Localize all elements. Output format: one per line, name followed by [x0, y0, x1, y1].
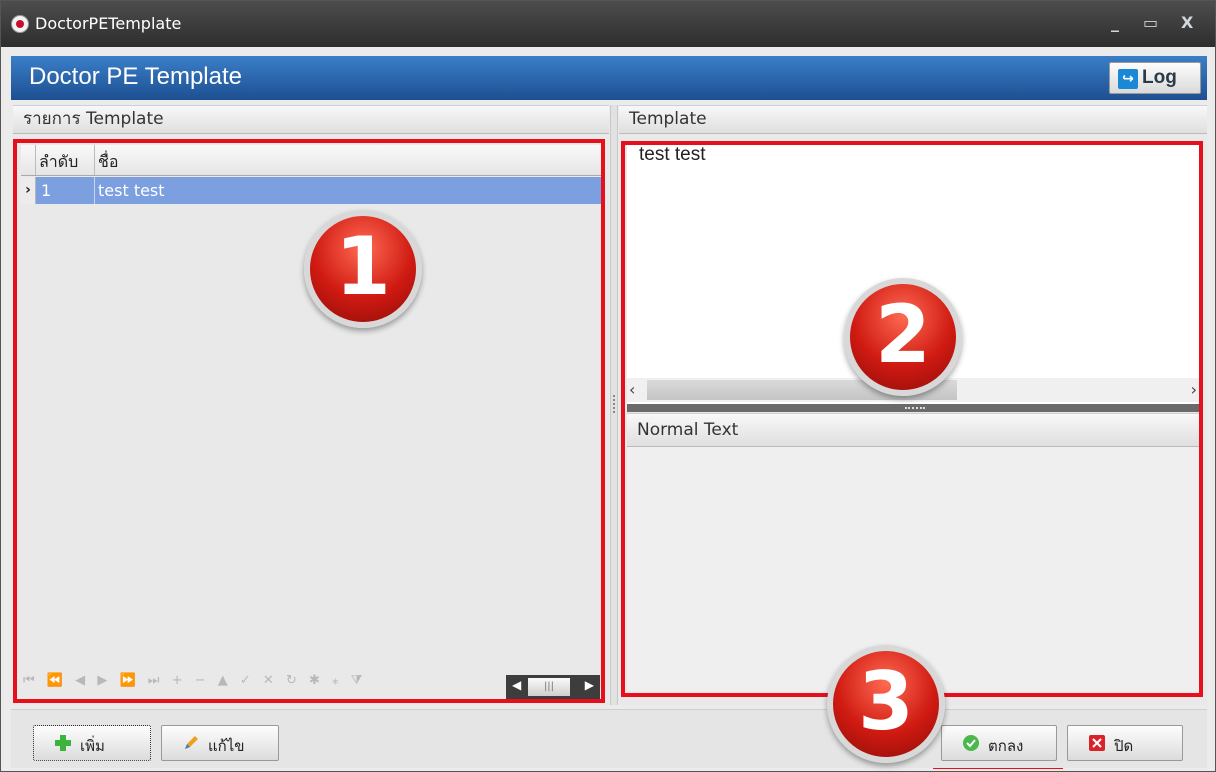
add-button-label: เพิ่ม [80, 737, 105, 755]
ok-button[interactable]: ตกลง [941, 725, 1057, 761]
maximize-button[interactable]: ▭ [1143, 13, 1158, 32]
add-icon [55, 735, 71, 751]
ok-button-label: ตกลง [988, 737, 1024, 755]
page-title: Doctor PE Template [29, 63, 242, 90]
add-button[interactable]: เพิ่ม [33, 725, 151, 761]
app-icon [11, 15, 29, 33]
vertical-splitter[interactable] [610, 105, 618, 705]
log-button-label: Log [1142, 67, 1177, 88]
close-window-button[interactable]: X [1181, 13, 1193, 32]
highlight-box-1 [13, 139, 605, 703]
edit-button-label: แก้ไข [208, 737, 245, 755]
title-bar: DoctorPETemplate _ ▭ X [1, 1, 1215, 47]
callout-badge-2: 2 [844, 278, 962, 396]
edit-button[interactable]: แก้ไข [161, 725, 279, 761]
check-circle-icon [963, 735, 979, 751]
close-icon [1089, 735, 1105, 751]
logout-icon: ↪ [1118, 69, 1138, 89]
main-window: DoctorPETemplate _ ▭ X Doctor PE Templat… [0, 0, 1216, 772]
close-button[interactable]: ปิด [1067, 725, 1183, 761]
template-section-header: Template [619, 105, 1207, 134]
callout-badge-3: 3 [827, 645, 945, 763]
page-header: Doctor PE Template ↪ Log [11, 56, 1207, 100]
log-button[interactable]: ↪ Log [1109, 62, 1201, 94]
minimize-button[interactable]: _ [1111, 13, 1119, 32]
window-title: DoctorPETemplate [35, 14, 182, 33]
splitter-grip [613, 395, 617, 413]
template-list-header: รายการ Template [13, 105, 609, 134]
close-button-label: ปิด [1114, 737, 1134, 755]
highlight-box-2 [621, 141, 1203, 697]
pencil-icon [185, 736, 198, 749]
callout-badge-1: 1 [304, 210, 422, 328]
